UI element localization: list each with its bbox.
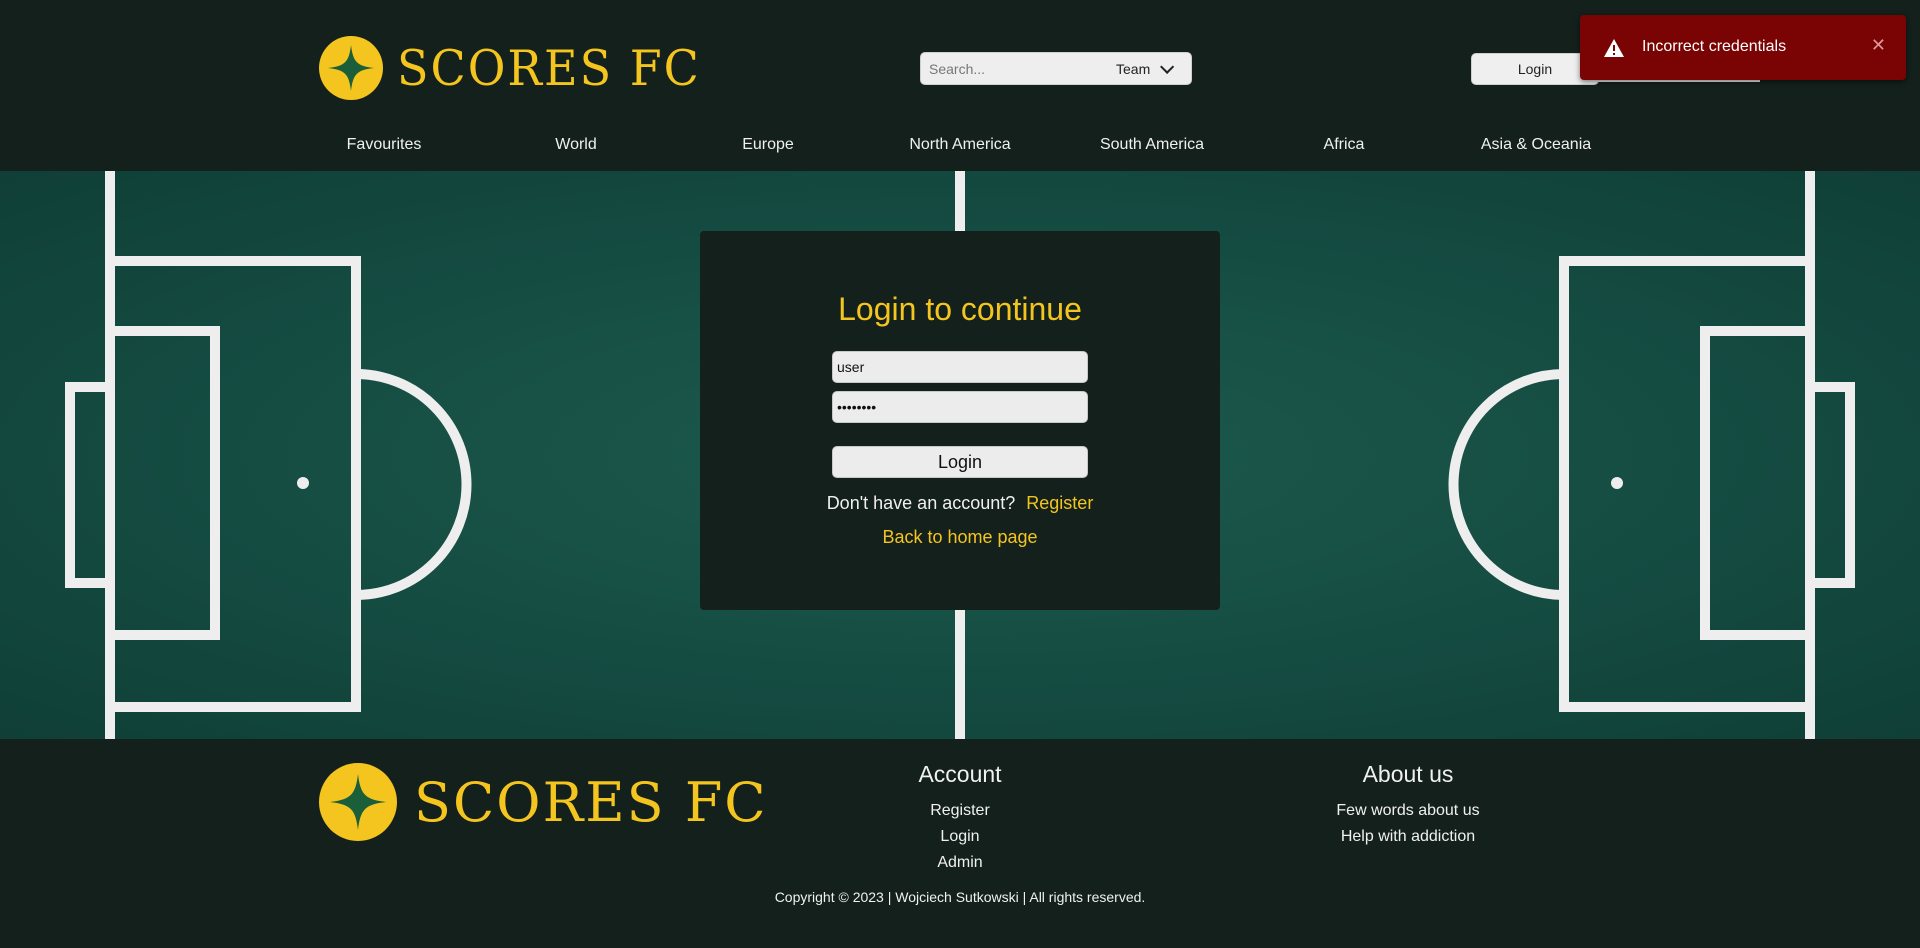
footer-account-column: Account Register Login Admin: [800, 761, 1120, 876]
search-input[interactable]: [921, 59, 1106, 78]
register-link[interactable]: Register: [1026, 493, 1093, 513]
nav-item-europe[interactable]: Europe: [672, 136, 864, 154]
main-nav: Favourites World Europe North America So…: [0, 136, 1920, 158]
search-filter-value: Team: [1116, 60, 1151, 77]
password-field[interactable]: ••••••••: [832, 391, 1088, 423]
search-bar: Team: [920, 52, 1192, 85]
username-field[interactable]: user: [832, 351, 1088, 383]
star-logo-icon: [319, 36, 383, 100]
nav-item-africa[interactable]: Africa: [1248, 136, 1440, 154]
close-icon[interactable]: ✕: [1871, 35, 1886, 56]
footer-about-heading: About us: [1362, 761, 1454, 787]
login-submit-button[interactable]: Login: [832, 446, 1088, 478]
register-prompt: Don't have an account?: [826, 493, 1016, 513]
footer-brand-name: SCORES FC: [414, 770, 768, 834]
footer-account-heading: Account: [918, 761, 1002, 787]
register-prompt-row: Don't have an account? Register: [700, 493, 1220, 514]
footer-about-column: About us Few words about us Help with ad…: [1248, 761, 1568, 850]
error-toast: Incorrect credentials ✕: [1580, 15, 1906, 80]
star-logo-icon: [319, 763, 397, 841]
nav-item-world[interactable]: World: [480, 136, 672, 154]
brand-name: SCORES FC: [397, 39, 701, 97]
footer-link-register[interactable]: Register: [800, 798, 1120, 824]
toast-message: Incorrect credentials: [1642, 38, 1787, 55]
login-title: Login to continue: [838, 291, 1082, 327]
login-card: Login to continue user •••••••• Login Do…: [700, 231, 1220, 610]
nav-item-favourites[interactable]: Favourites: [288, 136, 480, 154]
nav-item-north-america[interactable]: North America: [864, 136, 1056, 154]
footer-link-addiction-help[interactable]: Help with addiction: [1248, 824, 1568, 850]
footer-logo[interactable]: SCORES FC: [319, 763, 768, 841]
header-logo[interactable]: SCORES FC: [319, 36, 701, 100]
footer-link-about[interactable]: Few words about us: [1248, 798, 1568, 824]
back-home-link[interactable]: Back to home page: [700, 527, 1220, 548]
chevron-down-icon: [1160, 59, 1175, 74]
footer-link-admin[interactable]: Admin: [800, 850, 1120, 876]
copyright-text: Copyright © 2023 | Wojciech Sutkowski | …: [774, 889, 1146, 905]
search-filter-select[interactable]: Team: [1116, 59, 1175, 77]
footer-link-login[interactable]: Login: [800, 824, 1120, 850]
nav-item-south-america[interactable]: South America: [1056, 136, 1248, 154]
warning-icon: [1604, 39, 1624, 57]
nav-item-asia-oceania[interactable]: Asia & Oceania: [1440, 136, 1632, 154]
